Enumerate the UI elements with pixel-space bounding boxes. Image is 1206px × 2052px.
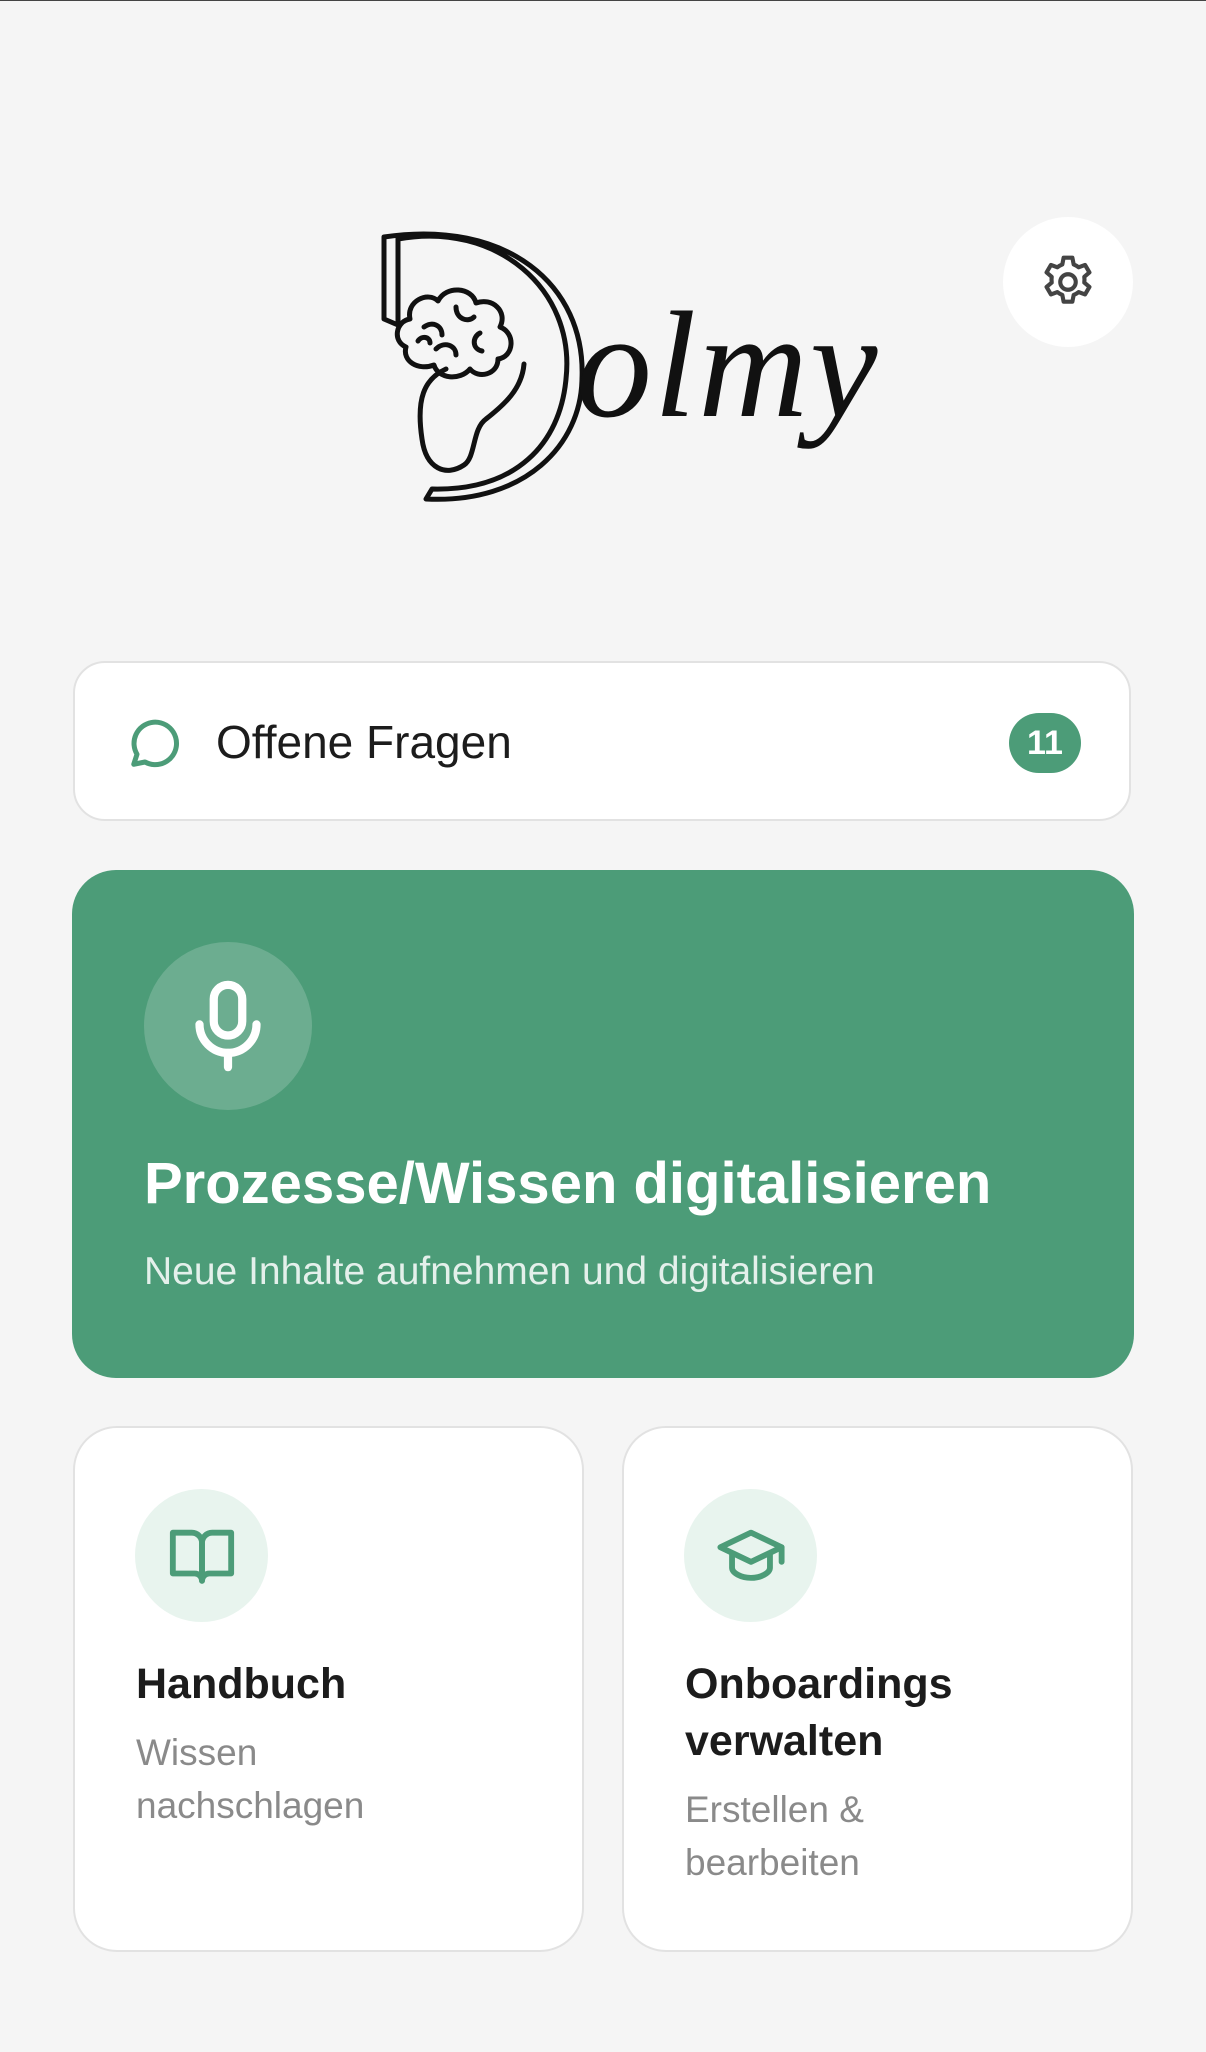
- digitize-processes-card[interactable]: Prozesse/Wissen digitalisieren Neue Inha…: [72, 870, 1134, 1378]
- open-questions-label: Offene Fragen: [216, 716, 512, 768]
- open-questions-card[interactable]: Offene Fragen 11: [73, 661, 1131, 821]
- onboardings-icon-circle: [684, 1489, 817, 1622]
- hero-subtitle: Neue Inhalte aufnehmen und digitalisiere…: [144, 1250, 875, 1293]
- handbook-title: Handbuch: [136, 1660, 347, 1708]
- handbook-subtitle: Wissen nachschlagen: [136, 1732, 365, 1826]
- microphone-icon: [195, 980, 261, 1072]
- onboardings-title: Onboardings verwalten: [685, 1660, 953, 1765]
- mic-icon-circle: [144, 942, 312, 1110]
- settings-button[interactable]: [1003, 217, 1133, 347]
- logo-wordmark: olmy: [576, 281, 880, 449]
- app-logo: olmy: [376, 229, 896, 509]
- handbook-icon-circle: [135, 1489, 268, 1622]
- open-questions-count-badge: 11: [1009, 713, 1081, 773]
- graduation-cap-icon: [716, 1529, 785, 1581]
- chat-bubble-icon: [131, 719, 179, 768]
- onboardings-subtitle: Erstellen & bearbeiten: [685, 1789, 864, 1883]
- book-open-icon: [169, 1529, 234, 1584]
- gear-icon: [1044, 255, 1092, 304]
- handbook-tile[interactable]: Handbuch Wissen nachschlagen: [73, 1426, 584, 1952]
- onboardings-tile[interactable]: Onboardings verwalten Erstellen & bearbe…: [622, 1426, 1133, 1952]
- hero-title: Prozesse/Wissen digitalisieren: [144, 1151, 992, 1216]
